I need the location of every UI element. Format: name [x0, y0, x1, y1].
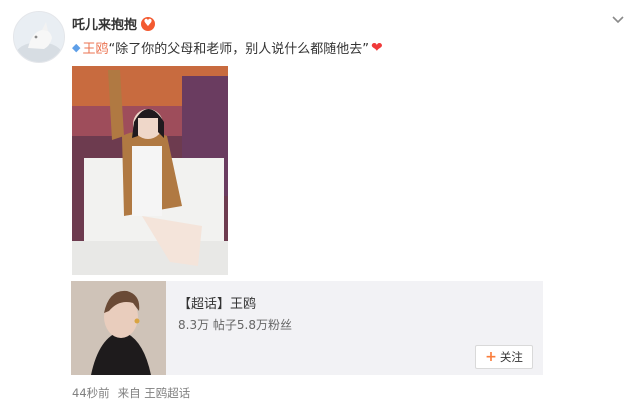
follow-button[interactable]: + 关注	[475, 345, 533, 369]
post-body-text: “除了你的父母和老师，别人说什么都随他去”	[108, 42, 369, 57]
topic-link[interactable]: 王鸥	[82, 38, 108, 57]
heart-icon: ❤	[370, 39, 383, 56]
chevron-down-icon[interactable]	[611, 12, 625, 26]
supertopic-stats: 8.3万 帖子5.8万粉丝	[178, 318, 292, 332]
post-time[interactable]: 44秒前	[72, 385, 110, 401]
supertopic-card[interactable]: 【超话】王鸥 8.3万 帖子5.8万粉丝 + 关注	[71, 281, 543, 375]
follow-label: 关注	[499, 350, 523, 364]
post-photo[interactable]	[72, 66, 228, 275]
post-meta: 44秒前 来自 王鸥超话	[72, 385, 190, 401]
username-text[interactable]: 吒儿来抱抱	[72, 14, 137, 33]
post-username[interactable]: 吒儿来抱抱 ♥	[72, 14, 156, 33]
supertopic-diamond-icon: ◆	[72, 41, 81, 54]
plus-icon: +	[485, 349, 497, 365]
avatar-image	[14, 12, 64, 62]
supertopic-thumbnail	[71, 281, 166, 375]
user-avatar[interactable]	[13, 11, 65, 63]
supertopic-title[interactable]: 【超话】王鸥	[178, 293, 256, 312]
vip-emoji-icon: ♥	[141, 16, 156, 31]
post-text: ◆ 王鸥 “除了你的父母和老师，别人说什么都随他去” ❤	[72, 38, 383, 58]
source-prefix: 来自	[117, 386, 141, 400]
source-link[interactable]: 王鸥超话	[144, 386, 190, 400]
